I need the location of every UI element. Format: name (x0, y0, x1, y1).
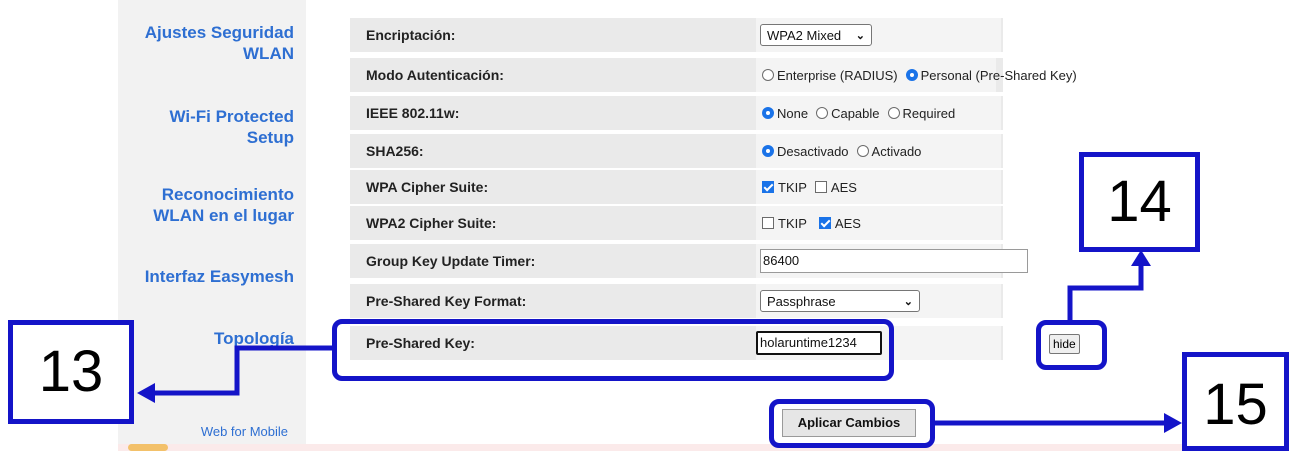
nav-reconocimiento-wlan[interactable]: Reconocimiento WLAN en el lugar (153, 184, 294, 226)
nav-label: Interfaz Easymesh (144, 267, 294, 286)
sha256-cell: Desactivado Activado (756, 134, 1001, 168)
wpa2-tkip-checkbox[interactable] (762, 217, 774, 229)
nav-interfaz-easymesh[interactable]: Interfaz Easymesh (145, 266, 294, 287)
wpa-aes-checkbox[interactable] (814, 181, 827, 193)
nav-ajustes-seguridad-wlan[interactable]: Ajustes Seguridad WLAN (145, 22, 294, 64)
web-for-mobile-link[interactable]: Web for Mobile (201, 424, 288, 439)
psk-format-select[interactable]: Passphrase ⌄ (760, 290, 920, 312)
psk-format-label: Pre-Shared Key Format: (366, 293, 527, 309)
ieee-none-radio[interactable] (762, 107, 774, 119)
hide-button-highlight (1036, 320, 1107, 370)
auth-personal-label: Personal (Pre-Shared Key) (920, 67, 1077, 83)
wpa-tkip-checkbox[interactable] (762, 181, 774, 193)
wpa2-tkip-label: TKIP (778, 215, 807, 231)
encryption-select[interactable]: WPA2 Mixed ⌄ (760, 24, 872, 46)
psk-format-cell: Passphrase ⌄ (756, 284, 1001, 318)
wpa2-cipher-cell: TKIP AES (756, 206, 1001, 240)
row-sha256: SHA256: Desactivado Activado (350, 134, 1003, 168)
row-psk-format: Pre-Shared Key Format: Passphrase ⌄ (350, 284, 1003, 318)
sha256-on-label: Activado (871, 143, 922, 159)
ieee80211w-label: IEEE 802.11w: (366, 105, 460, 121)
logo-icon (128, 444, 168, 451)
auth-enterprise-label: Enterprise (RADIUS) (777, 67, 898, 83)
wpa-tkip-label: TKIP (778, 179, 807, 195)
encryption-select-value: WPA2 Mixed (767, 27, 842, 43)
nav-label: Reconocimiento (161, 185, 294, 204)
sha256-on-radio[interactable] (856, 145, 869, 157)
sha256-off-label: Desactivado (777, 143, 849, 159)
nav-label: Topología (214, 329, 294, 348)
wpa2-aes-label: AES (834, 215, 861, 231)
sha256-off-radio[interactable] (762, 145, 774, 157)
auth-mode-cell: Enterprise (RADIUS) Personal (Pre-Shared… (756, 58, 1077, 92)
nav-wifi-protected-setup[interactable]: Wi-Fi Protected Setup (169, 106, 294, 148)
sidebar-nav: Ajustes Seguridad WLAN Wi-Fi Protected S… (118, 0, 306, 451)
encryption-label: Encriptación: (366, 27, 456, 43)
nav-label: WLAN en el lugar (153, 206, 294, 225)
wpa-aes-label: AES (830, 179, 857, 195)
row-group-key-timer: Group Key Update Timer: 86400 (350, 244, 1028, 278)
annotation-15: 15 (1182, 352, 1289, 451)
ieee-required-label: Required (902, 105, 956, 121)
row-wpa2-cipher: WPA2 Cipher Suite: TKIP AES (350, 206, 1003, 240)
footer-strip (118, 444, 1289, 451)
group-key-timer-label: Group Key Update Timer: (366, 253, 536, 269)
wpa-cipher-label: WPA Cipher Suite: (366, 179, 489, 195)
chevron-down-icon: ⌄ (903, 295, 913, 308)
group-key-timer-cell: 86400 (756, 244, 1028, 278)
ieee-none-label: None (777, 105, 809, 121)
row-encryption: Encriptación: WPA2 Mixed ⌄ (350, 18, 1003, 52)
ieee-capable-radio[interactable] (816, 107, 829, 119)
chevron-down-icon: ⌄ (855, 29, 865, 42)
apply-button-highlight (769, 399, 935, 448)
row-wpa-cipher: WPA Cipher Suite: TKIP AES (350, 170, 1003, 204)
annotation-13: 13 (8, 320, 134, 424)
sha256-label: SHA256: (366, 143, 424, 159)
annotation-14: 14 (1079, 152, 1200, 252)
row-ieee80211w: IEEE 802.11w: None Capable Required (350, 96, 1003, 130)
ieee-required-radio[interactable] (887, 107, 900, 119)
wpa2-aes-checkbox[interactable] (818, 217, 831, 229)
psk-format-select-value: Passphrase (767, 293, 836, 309)
group-key-timer-input[interactable]: 86400 (760, 249, 1028, 273)
auth-enterprise-radio[interactable] (762, 69, 774, 81)
ieee80211w-cell: None Capable Required (756, 96, 1001, 130)
auth-personal-radio[interactable] (905, 69, 918, 81)
auth-mode-label: Modo Autenticación: (366, 67, 504, 83)
psk-highlight (332, 319, 894, 381)
nav-label: Wi-Fi Protected (169, 107, 294, 126)
wpa-cipher-cell: TKIP AES (756, 170, 1001, 204)
nav-label: Ajustes Seguridad (144, 23, 294, 42)
nav-topologia[interactable]: Topología (214, 328, 294, 349)
wpa2-cipher-label: WPA2 Cipher Suite: (366, 215, 497, 231)
nav-label: WLAN (243, 44, 294, 63)
row-auth-mode: Modo Autenticación: Enterprise (RADIUS) … (350, 58, 1077, 92)
ieee-capable-label: Capable (831, 105, 880, 121)
encryption-cell: WPA2 Mixed ⌄ (756, 18, 1001, 52)
nav-label: Setup (246, 128, 294, 147)
